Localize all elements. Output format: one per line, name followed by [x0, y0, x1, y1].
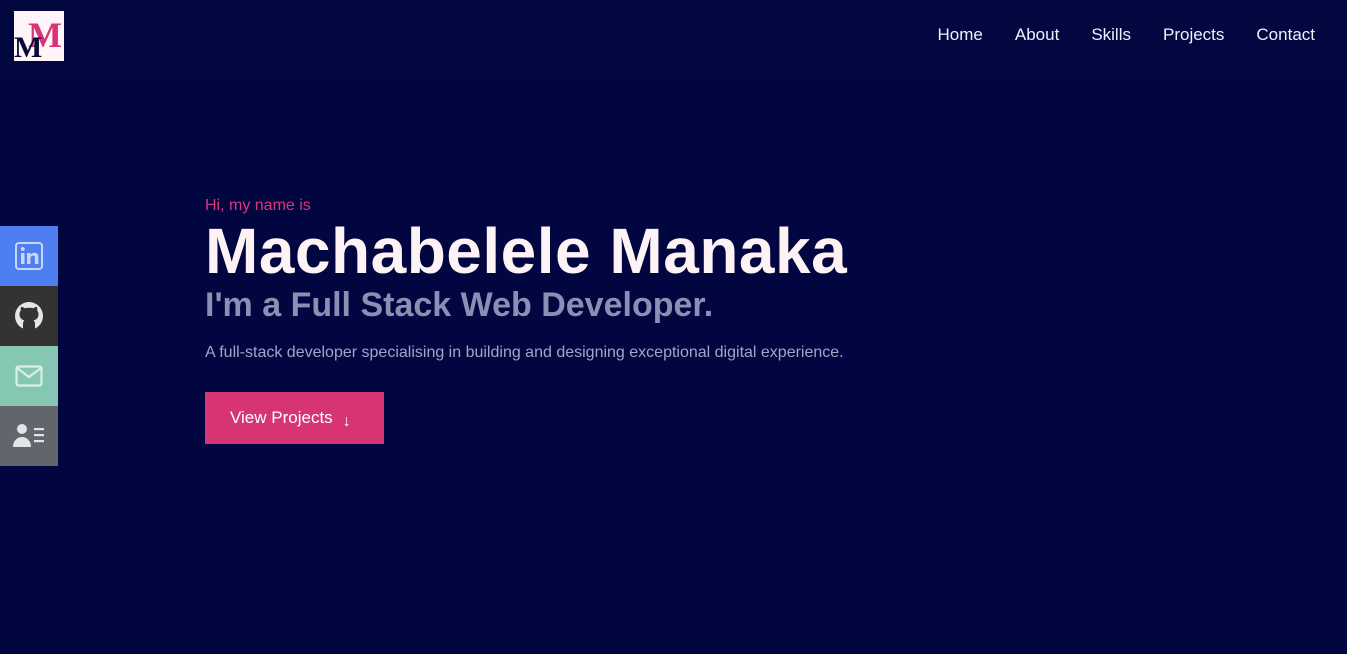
logo[interactable]: M M	[14, 11, 64, 61]
nav-contact[interactable]: Contact	[1256, 24, 1315, 46]
hero-section: Hi, my name is Machabelele Manaka I'm a …	[205, 196, 847, 444]
linkedin-icon	[15, 242, 43, 270]
nav-about[interactable]: About	[1015, 24, 1059, 46]
email-link[interactable]	[0, 346, 58, 406]
view-projects-label: View Projects	[230, 408, 333, 427]
hero-role: I'm a Full Stack Web Developer.	[205, 286, 714, 324]
linkedin-link[interactable]	[0, 226, 58, 286]
hero-name: Machabelele Manaka	[205, 215, 848, 287]
view-projects-button[interactable]: View Projects ↓	[205, 392, 384, 444]
nav-projects[interactable]: Projects	[1163, 24, 1224, 46]
github-icon	[15, 302, 43, 330]
resume-link[interactable]	[0, 406, 58, 466]
svg-text:M: M	[14, 31, 42, 61]
nav-links: Home About Skills Projects Contact	[938, 24, 1315, 46]
social-sidebar	[0, 226, 58, 466]
nav-skills[interactable]: Skills	[1091, 24, 1131, 46]
resume-icon	[13, 424, 44, 447]
logo-monogram-icon: M M	[14, 15, 62, 61]
hero-greeting: Hi, my name is	[205, 197, 311, 214]
navbar: M M Home About Skills Projects Contact	[0, 0, 1347, 74]
hero-description: A full-stack developer specialising in b…	[205, 344, 844, 361]
arrow-down-icon: ↓	[342, 413, 351, 430]
nav-home[interactable]: Home	[938, 24, 983, 46]
github-link[interactable]	[0, 286, 58, 346]
email-icon	[15, 365, 43, 387]
